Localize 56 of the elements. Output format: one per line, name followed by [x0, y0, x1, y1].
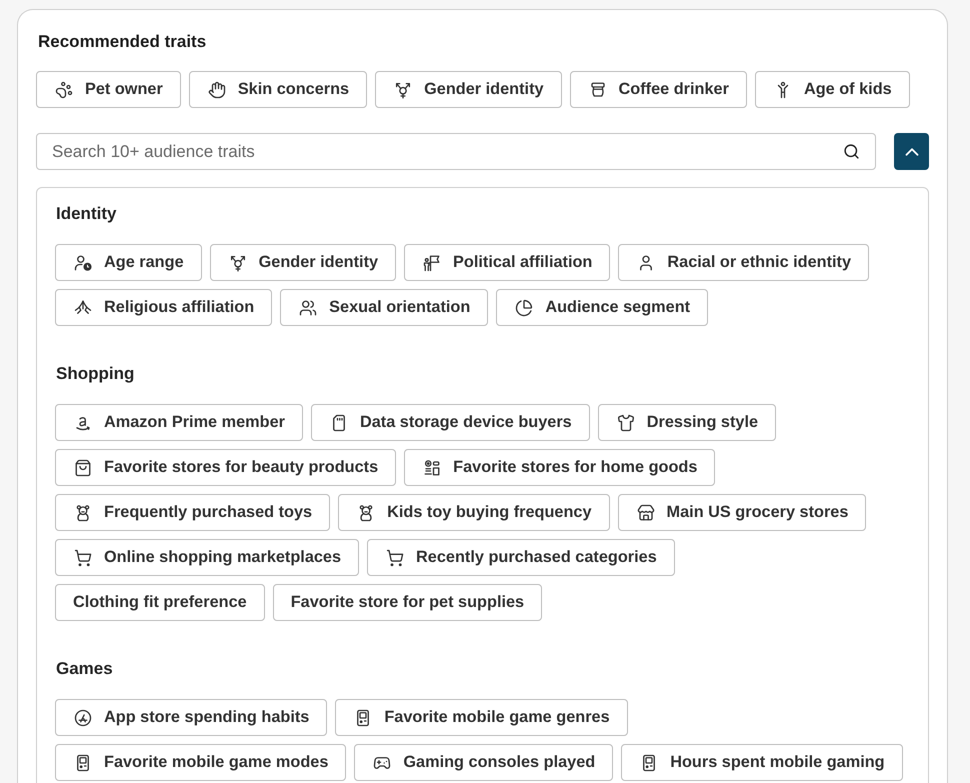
trait-button[interactable]: Pet owner [36, 71, 181, 108]
trait-button[interactable]: Gaming consoles played [354, 744, 614, 781]
user-clock-icon [74, 254, 92, 272]
trait-button[interactable]: Gender identity [375, 71, 562, 108]
pie-chart-icon [515, 298, 534, 316]
trait-button[interactable]: Sexual orientation [280, 289, 488, 326]
app-store-icon [74, 708, 92, 726]
paw-icon [55, 80, 73, 98]
trait-button[interactable]: Recently purchased categories [367, 539, 675, 576]
shirt-icon [616, 414, 635, 432]
trait-button[interactable]: Political affiliation [404, 244, 610, 281]
search-icon [843, 143, 860, 160]
trait-button[interactable]: Data storage device buyers [310, 404, 590, 441]
trait-button[interactable]: Hours spent mobile gaming [621, 744, 903, 781]
trait-button[interactable]: Audience segment [496, 289, 708, 326]
collapse-button[interactable] [894, 133, 929, 170]
trait-button[interactable]: Amazon Prime member [55, 404, 303, 441]
person-flag-icon [423, 254, 442, 272]
category-title: Identity [56, 203, 116, 225]
section-title: Recommended traits [38, 31, 206, 53]
trait-button[interactable]: Favorite stores for beauty products [55, 449, 396, 486]
trait-button[interactable]: Favorite stores for home goods [404, 449, 716, 486]
trait-button[interactable]: Religious affiliation [55, 289, 272, 326]
trait-button[interactable]: Frequently purchased toys [55, 494, 330, 531]
shopping-bag-icon [74, 458, 92, 476]
household-items-icon [423, 458, 442, 476]
trait-button[interactable]: Main US grocery stores [618, 494, 866, 531]
teddy-bear-icon [74, 504, 92, 522]
gender-symbol-icon [228, 254, 247, 272]
trait-button[interactable]: Favorite mobile game modes [55, 744, 346, 781]
coffee-maker-icon [588, 80, 607, 98]
handheld-console-icon [74, 754, 92, 772]
trait-button[interactable]: Kids toy buying frequency [338, 494, 610, 531]
trait-button[interactable]: Gender identity [210, 244, 396, 281]
teddy-bear-icon [357, 504, 376, 522]
gender-symbol-icon [394, 80, 412, 98]
trait-button[interactable]: Online shopping marketplaces [55, 539, 360, 576]
store-icon [636, 504, 655, 522]
category-title: Games [56, 658, 113, 680]
category-title: Shopping [56, 363, 134, 385]
trait-button[interactable]: Dressing style [598, 404, 776, 441]
trait-button[interactable]: App store spending habits [55, 699, 328, 736]
trait-button[interactable]: Age of kids [754, 71, 910, 108]
hand-icon [208, 80, 226, 98]
trait-button[interactable]: Coffee drinker [570, 71, 747, 108]
trait-button[interactable]: Clothing fit preference [55, 584, 265, 621]
trait-button[interactable]: Age range [55, 244, 202, 281]
users-icon [299, 298, 318, 316]
search-field[interactable]: Search 10+ audience traits [36, 133, 876, 170]
cart-icon [74, 548, 92, 566]
trait-button[interactable]: Skin concerns [188, 71, 368, 108]
praying-hands-icon [74, 298, 92, 316]
cart-icon [386, 548, 404, 566]
trait-button[interactable]: Favorite store for pet supplies [272, 584, 542, 621]
trait-button[interactable]: Racial or ethnic identity [618, 244, 870, 281]
trait-button[interactable]: Favorite mobile game genres [335, 699, 628, 736]
